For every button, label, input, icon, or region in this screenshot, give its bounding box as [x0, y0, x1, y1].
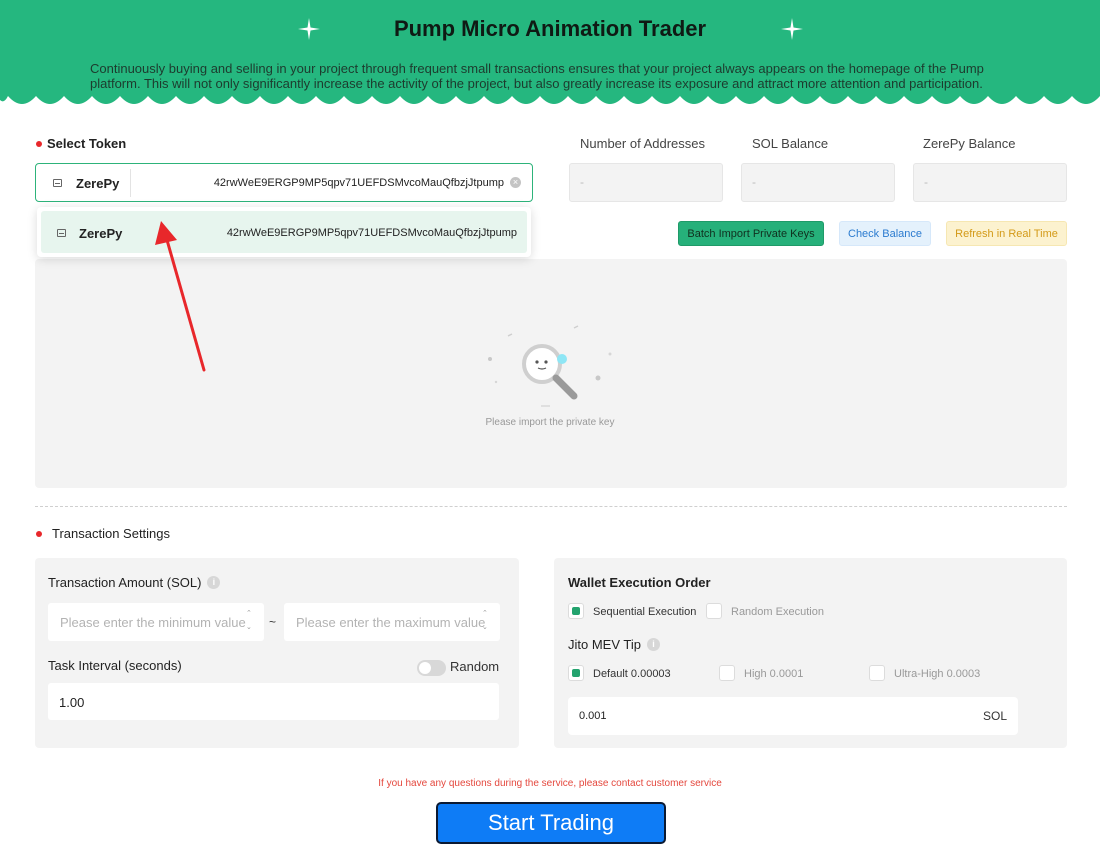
page-header: Pump Micro Animation Trader Continuously… — [0, 0, 1100, 118]
token-option-address: 42rwWeE9ERGP9MP5qpv71UEFDSMvcoMauQfbzjJt… — [226, 227, 517, 239]
magnifier-illustration-icon — [488, 325, 612, 407]
token-logo-icon — [57, 229, 66, 237]
max-amount-input[interactable] — [284, 603, 500, 641]
transaction-settings-title-text: Transaction Settings — [52, 526, 171, 541]
sol-balance-label: SOL Balance — [752, 136, 829, 151]
transaction-amount-label-text: Transaction Amount (SOL) — [48, 575, 202, 590]
random-toggle-label: Random — [450, 659, 500, 674]
sequential-execution-checkbox[interactable] — [568, 603, 584, 619]
transaction-amount-label: Transaction Amount (SOL) i — [48, 575, 221, 590]
tip-ultra-high-checkbox[interactable] — [869, 665, 885, 681]
jito-mev-tip-label: Jito MEV Tip i — [568, 637, 660, 652]
sol-balance-field: - — [741, 163, 895, 202]
tip-amount-input[interactable]: 0.001 SOL — [568, 697, 1018, 735]
empty-state-text: Please import the private key — [485, 417, 615, 428]
info-icon[interactable]: i — [646, 638, 660, 652]
tip-default-checkbox[interactable] — [568, 665, 584, 681]
max-amount-stepper-icon[interactable]: ⌃ ⌄ — [482, 607, 488, 635]
start-trading-button[interactable]: Start Trading — [436, 802, 666, 844]
section-divider — [35, 506, 1067, 507]
tip-amount-value: 0.001 — [579, 710, 607, 722]
min-amount-input[interactable] — [48, 603, 264, 641]
number-of-addresses-field: - — [569, 163, 723, 202]
select-token-label-text: Select Token — [47, 136, 127, 151]
transaction-settings-title: Transaction Settings — [36, 526, 170, 541]
range-separator: ~ — [269, 615, 277, 629]
batch-import-button[interactable]: Batch Import Private Keys — [678, 221, 824, 246]
min-amount-stepper-icon[interactable]: ⌃ ⌄ — [246, 607, 252, 635]
number-of-addresses-label: Number of Addresses — [580, 136, 706, 151]
contact-notice: If you have any questions during the ser… — [378, 778, 722, 789]
page-title: Pump Micro Animation Trader — [393, 16, 707, 41]
tip-default-label: Default 0.00003 — [593, 668, 671, 680]
token-balance-label: ZerePy Balance — [923, 136, 1016, 151]
token-option[interactable]: ZerePy 42rwWeE9ERGP9MP5qpv71UEFDSMvcoMau… — [41, 211, 527, 253]
token-dropdown: ZerePy 42rwWeE9ERGP9MP5qpv71UEFDSMvcoMau… — [37, 207, 531, 257]
select-token-label: Select Token — [36, 136, 126, 151]
sparkle-icon — [781, 18, 803, 40]
page-description: Continuously buying and selling in your … — [90, 61, 984, 91]
tip-high-label: High 0.0001 — [744, 668, 804, 680]
token-select[interactable]: ZerePy 42rwWeE9ERGP9MP5qpv71UEFDSMvcoMau… — [35, 163, 533, 202]
divider — [130, 169, 131, 197]
tip-high-checkbox[interactable] — [719, 665, 735, 681]
token-balance-field: - — [913, 163, 1067, 202]
clear-icon[interactable]: × — [510, 177, 521, 188]
required-dot-icon — [36, 530, 42, 537]
tip-unit-label: SOL — [982, 709, 1007, 723]
token-logo-icon — [53, 179, 62, 187]
wallet-execution-order-label: Wallet Execution Order — [568, 575, 711, 590]
random-toggle[interactable] — [417, 660, 446, 676]
check-balance-button[interactable]: Check Balance — [839, 221, 931, 246]
task-interval-input[interactable]: 1.00 — [48, 683, 499, 720]
tip-ultra-high-label: Ultra-High 0.0003 — [894, 668, 981, 680]
token-option-name: ZerePy — [79, 226, 123, 241]
token-name: ZerePy — [76, 176, 120, 191]
jito-mev-tip-label-text: Jito MEV Tip — [568, 637, 641, 652]
random-execution-label: Random Execution — [731, 606, 824, 618]
random-execution-checkbox[interactable] — [706, 603, 722, 619]
task-interval-label: Task Interval (seconds) — [48, 658, 182, 673]
required-dot-icon — [36, 140, 42, 147]
annotation-arrow-icon — [155, 221, 206, 372]
token-address: 42rwWeE9ERGP9MP5qpv71UEFDSMvcoMauQfbzjJt… — [213, 177, 504, 189]
toggle-knob — [419, 662, 431, 674]
sequential-execution-label: Sequential Execution — [593, 606, 697, 618]
refresh-button[interactable]: Refresh in Real Time — [946, 221, 1067, 246]
info-icon[interactable]: i — [207, 576, 221, 590]
